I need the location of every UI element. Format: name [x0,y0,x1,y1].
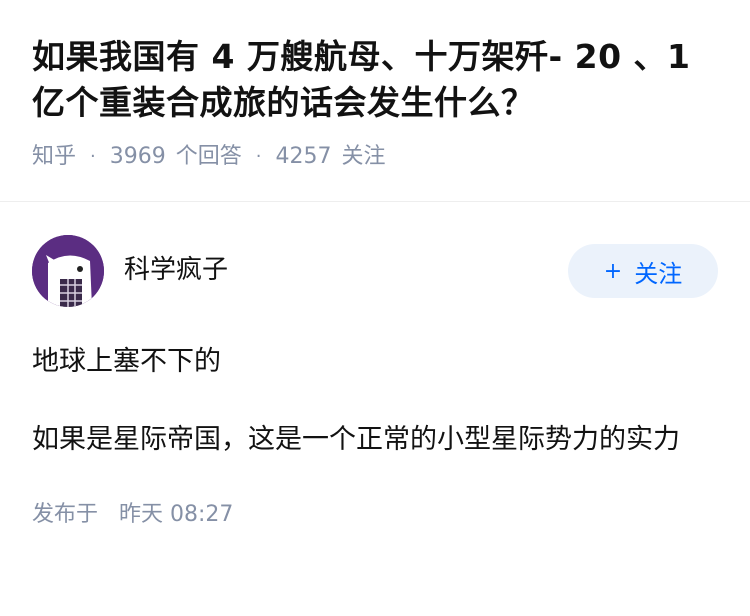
answer-paragraph: 地球上塞不下的 [32,346,221,377]
meta-separator: · [255,146,262,167]
author-row: 科学疯子 + 关注 [32,234,718,308]
publish-time: 昨天 08:27 [119,502,234,527]
follow-button[interactable]: + 关注 [568,244,718,298]
source-label[interactable]: 知乎 [32,142,76,172]
answer-count-label[interactable]: 个回答 [176,142,242,172]
follow-count: 4257 [275,144,332,169]
author-name[interactable]: 科学疯子 [124,249,568,286]
answer-card: 科学疯子 + 关注 地球上塞不下的 如果是星际帝国，这是一个正常的小型星际势力的… [0,202,750,528]
plus-icon: + [603,258,623,284]
publish-info: 发布于 昨天 08:27 [32,496,718,528]
answer-paragraph: 如果是星际帝国，这是一个正常的小型星际势力的实力 [32,424,680,455]
question-meta: 知乎 · 3969 个回答 · 4257 关注 [32,142,718,172]
meta-separator: · [90,146,96,167]
avatar-icon[interactable] [32,235,104,307]
answer-count: 3969 [109,144,166,169]
question-title[interactable]: 如果我国有 4 万艘航母、十万架歼- 20 、1 亿个重装合成旅的话会发生什么？ [32,34,718,126]
follow-count-label: 关注 [341,144,386,169]
follow-button-label: 关注 [634,259,683,288]
answer-content: 地球上塞不下的 如果是星际帝国，这是一个正常的小型星际势力的实力 [32,340,718,462]
question-header: 如果我国有 4 万艘航母、十万架歼- 20 、1 亿个重装合成旅的话会发生什么？… [0,0,750,202]
publish-label: 发布于 [32,502,99,527]
